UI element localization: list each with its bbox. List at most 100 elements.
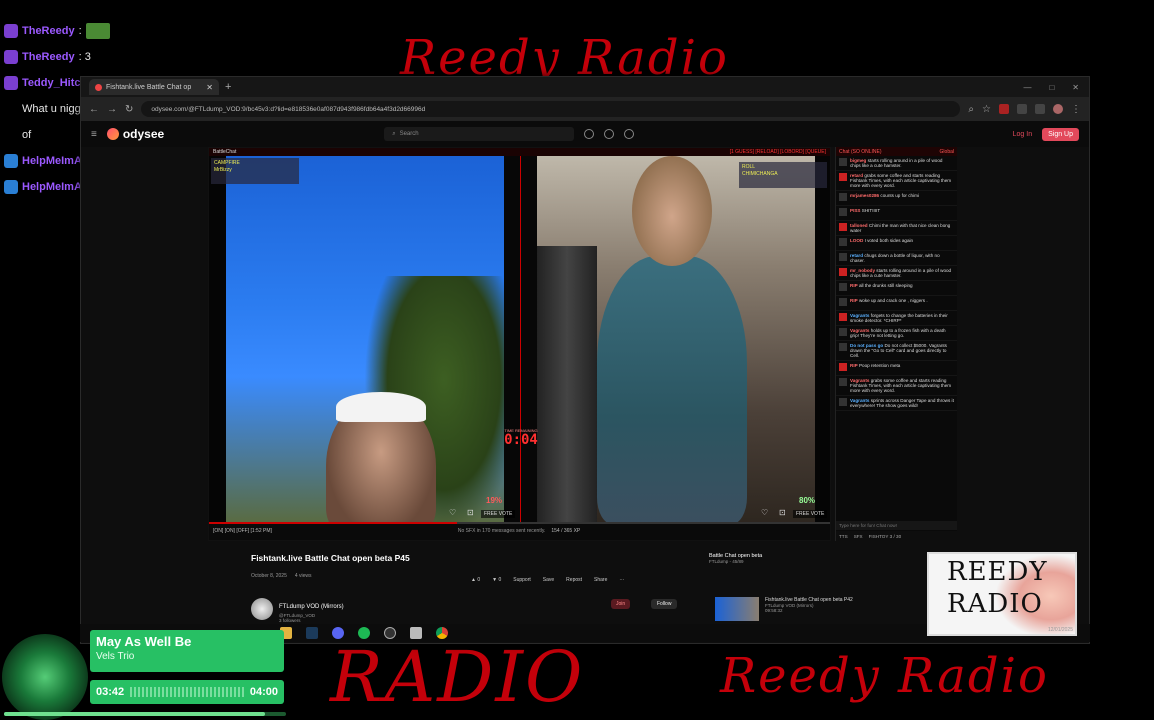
left-vote-percent: 19% (486, 496, 503, 505)
left-vote-button[interactable]: FREE VOTE (481, 510, 516, 518)
xp-readout: 154 / 365 XP (551, 528, 581, 534)
chat-messages: bigmeg starts rolling around in a pile o… (836, 156, 957, 411)
player-controls[interactable]: [1 GUESS] [RELOAD] [LOBORD] [QUEUE] (730, 149, 826, 155)
forward-icon[interactable]: → (107, 104, 117, 115)
extension-icon[interactable] (1017, 104, 1027, 114)
sfx-toggle[interactable]: SFX (854, 534, 863, 539)
chat-badge-icon (4, 154, 18, 168)
lock-icon[interactable]: ⊡ (467, 508, 474, 517)
dislike-button[interactable]: ▼ 0 (492, 577, 501, 583)
settings-icon[interactable] (604, 129, 615, 139)
odysee-logo[interactable]: odysee (106, 127, 164, 141)
search-input[interactable]: ⌕ Search (384, 127, 575, 141)
like-count: 0 (477, 577, 481, 583)
chat-avatar-icon (839, 283, 847, 291)
chat-badge-icon (4, 76, 18, 90)
spotify-icon[interactable] (358, 627, 370, 639)
extension-icon[interactable] (999, 104, 1009, 114)
battle-chat-panel: Chat (SO ONLINE) Global bigmeg starts ro… (835, 147, 957, 541)
new-tab-icon[interactable]: + (225, 81, 231, 93)
close-icon[interactable]: ✕ (206, 83, 213, 92)
tts-toggle[interactable]: TTS (839, 534, 848, 539)
join-button[interactable]: Join (611, 599, 631, 609)
close-window-button[interactable]: ✕ (1072, 83, 1079, 92)
browser-tab[interactable]: Fishtank.live Battle Chat op ✕ (89, 79, 219, 95)
player-label: BattleChat (213, 149, 237, 155)
player-progress-bar[interactable] (209, 522, 830, 524)
steam-icon[interactable] (306, 627, 318, 639)
overlay-chat-line: TheReedy: (4, 18, 244, 44)
discord-icon[interactable] (332, 627, 344, 639)
maximize-button[interactable]: □ (1049, 83, 1054, 92)
chat-avatar-icon (839, 363, 847, 371)
right-vote-button[interactable]: FREE VOTE (793, 510, 828, 518)
chat-message-row: bigmeg starts rolling around in a pile o… (836, 156, 957, 171)
chat-message-row: Vagrants holds up to a frozen fish with … (836, 326, 957, 341)
chat-message-row: talloned Chimi the man with that nice cl… (836, 221, 957, 236)
fishtoy-counter[interactable]: FISHTOY 3 / 30 (869, 534, 902, 539)
chat-avatar-icon (839, 298, 847, 306)
hamburger-icon[interactable]: ≡ (91, 129, 97, 140)
radio-line-2: RADIO (947, 589, 1043, 619)
zoom-icon[interactable]: ⌕ (968, 104, 974, 115)
chat-badge-icon (4, 102, 18, 116)
cap-shape (336, 392, 426, 422)
chat-username[interactable]: mrjames0286 (850, 193, 879, 198)
share-button[interactable]: Share (594, 577, 607, 583)
minimize-button[interactable]: — (1023, 83, 1031, 92)
repost-button[interactable]: Repost (566, 577, 582, 583)
url-field[interactable]: odysee.com/@FTLdump_VOD:9/bc45v3:d?lid=e… (141, 101, 961, 117)
bookmark-star-icon[interactable]: ☆ (982, 104, 991, 115)
chat-scope[interactable]: Global (940, 149, 954, 155)
chat-message-row: Vagrants forgets to change the batteries… (836, 311, 957, 326)
like-button[interactable]: ▲ 0 (471, 577, 480, 583)
back-icon[interactable]: ← (89, 104, 99, 115)
chat-message: : (78, 25, 82, 37)
toggle-row[interactable]: [ON] [ON] [OFF] [1:52 PM] (213, 528, 272, 534)
odysee-logo-icon (106, 128, 119, 140)
video-player[interactable]: BattleChat [1 GUESS] [RELOAD] [LOBORD] [… (208, 147, 831, 541)
upload-icon[interactable] (584, 129, 595, 139)
signup-button[interactable]: Sign Up (1042, 127, 1079, 141)
channel-avatar[interactable] (251, 598, 273, 620)
now-playing-widget: May As Well Be Vels Trio 03:42 04:00 (0, 620, 290, 720)
playlist-item[interactable]: Fishtank.live Battle Chat open beta P42 … (715, 597, 853, 621)
heart-icon[interactable]: ♡ (449, 508, 456, 517)
login-link[interactable]: Log In (1013, 131, 1032, 138)
video-title: Fishtank.live Battle Chat open beta P45 (251, 553, 410, 563)
chat-input[interactable]: Type here for fun! Chat now! (836, 521, 957, 530)
chat-username[interactable]: LOOD (850, 238, 863, 243)
support-button[interactable]: Support (513, 577, 531, 583)
player-topbar: BattleChat [1 GUESS] [RELOAD] [LOBORD] [… (209, 148, 830, 156)
lock-icon[interactable]: ⊡ (779, 508, 786, 517)
follow-button[interactable]: Follow (651, 599, 678, 609)
chat-message-row: retard chugs down a bottle of liquor, wi… (836, 251, 957, 266)
site-header: ≡ odysee ⌕ Search Log In Sign Up (81, 121, 1089, 147)
save-button[interactable]: Save (543, 577, 554, 583)
help-icon[interactable] (624, 129, 635, 139)
head-shape (632, 156, 712, 266)
person-shape (597, 256, 747, 524)
extension-icon[interactable] (1035, 104, 1045, 114)
chat-username[interactable]: PISS (850, 208, 860, 213)
chat-avatar-icon (839, 398, 847, 406)
obs-icon[interactable] (384, 627, 396, 639)
chat-message-row: PISS SHITIIIIT (836, 206, 957, 221)
reload-icon[interactable]: ↻ (125, 104, 133, 115)
profile-avatar[interactable] (1053, 104, 1063, 114)
chrome-icon[interactable] (436, 627, 448, 639)
chat-username: TheReedy (22, 25, 75, 37)
chat-username[interactable]: RIP (850, 283, 858, 288)
more-icon[interactable]: ··· (619, 577, 624, 583)
app-icon[interactable] (410, 627, 422, 639)
chat-avatar-icon (839, 328, 847, 336)
chat-avatar-icon (839, 238, 847, 246)
chat-username[interactable]: RIP (850, 363, 858, 368)
chat-username[interactable]: RIP (850, 298, 858, 303)
heart-icon[interactable]: ♡ (761, 508, 768, 517)
address-bar: ← → ↻ odysee.com/@FTLdump_VOD:9/bc45v3:d… (81, 97, 1089, 121)
menu-icon[interactable]: ⋮ (1071, 104, 1081, 115)
album-art-disc (2, 634, 88, 720)
right-camera-feed (537, 156, 815, 524)
channel-name[interactable]: FTLdump VOD (Mirrors) (279, 604, 344, 610)
